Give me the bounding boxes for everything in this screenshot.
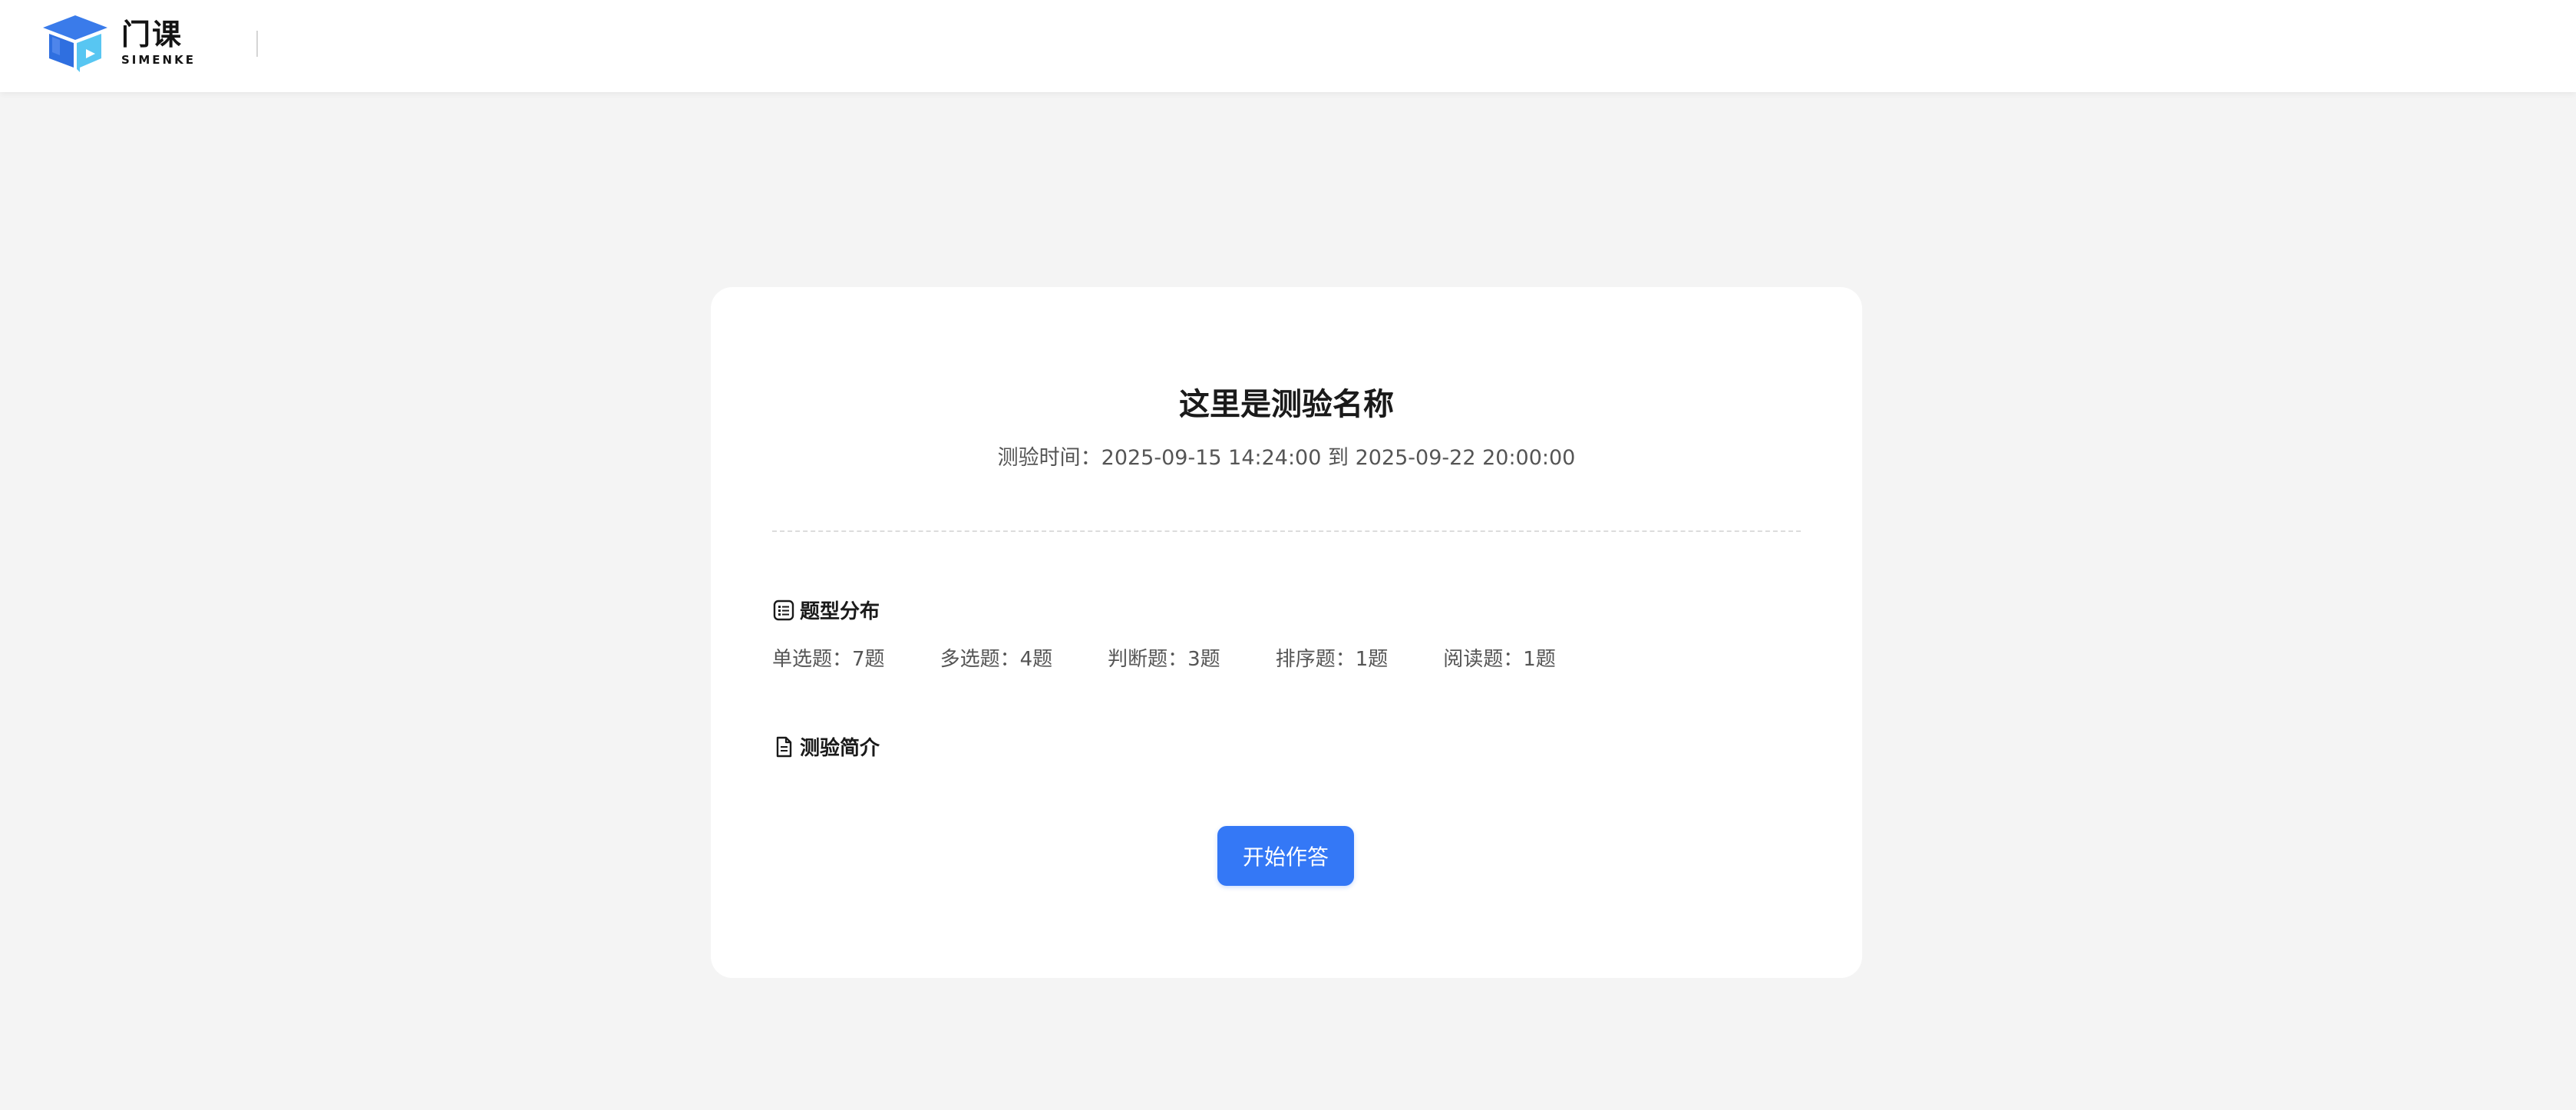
header-divider <box>256 31 258 57</box>
type-count: 1题 <box>1355 648 1389 671</box>
start-time: 2025-09-15 14:24:00 <box>1101 446 1322 470</box>
distribution-heading: 题型分布 <box>772 596 880 624</box>
type-item-ordering: 排序题：1题 <box>1276 643 1389 672</box>
type-count: 7题 <box>852 648 885 671</box>
end-time: 2025-09-22 20:00:00 <box>1355 446 1576 470</box>
type-label: 阅读题： <box>1443 648 1524 671</box>
time-separator: 到 <box>1328 446 1349 470</box>
top-bar: 门课 SIMENKE <box>0 0 2576 92</box>
brand-logo[interactable]: 门课 SIMENKE <box>41 14 196 72</box>
type-item-reading: 阅读题：1题 <box>1443 643 1556 672</box>
type-item-true-false: 判断题：3题 <box>1108 643 1220 672</box>
dashed-divider <box>772 530 1801 532</box>
graduation-cap-logo-icon <box>43 15 107 72</box>
quiz-time: 测验时间：2025-09-15 14:24:00 到 2025-09-22 20… <box>711 441 1862 471</box>
brand-title: 门课 <box>121 18 183 51</box>
type-label: 排序题： <box>1275 648 1356 671</box>
type-label: 多选题： <box>940 648 1020 671</box>
type-label: 单选题： <box>772 648 853 671</box>
question-type-list: 单选题：7题 多选题：4题 判断题：3题 排序题：1题 阅读题：1题 <box>772 643 1611 672</box>
start-answering-button[interactable]: 开始作答 <box>1217 826 1354 886</box>
document-icon <box>776 736 792 757</box>
intro-heading-label: 测验简介 <box>800 737 880 760</box>
type-item-single-choice: 单选题：7题 <box>772 643 885 672</box>
quiz-card: 这里是测验名称 测验时间：2025-09-15 14:24:00 到 2025-… <box>711 287 1862 978</box>
type-count: 3题 <box>1187 648 1220 671</box>
type-item-multiple-choice: 多选题：4题 <box>940 643 1053 672</box>
intro-heading: 测验简介 <box>772 732 880 761</box>
time-label: 测验时间： <box>997 446 1101 470</box>
quiz-title: 这里是测验名称 <box>1179 387 1394 422</box>
brand-subtitle: SIMENKE <box>121 53 196 67</box>
brand-text: 门课 SIMENKE <box>121 19 196 67</box>
list-icon <box>773 600 794 620</box>
type-label: 判断题： <box>1108 648 1188 671</box>
distribution-heading-label: 题型分布 <box>800 600 880 623</box>
type-count: 4题 <box>1019 648 1053 671</box>
type-count: 1题 <box>1523 648 1556 671</box>
